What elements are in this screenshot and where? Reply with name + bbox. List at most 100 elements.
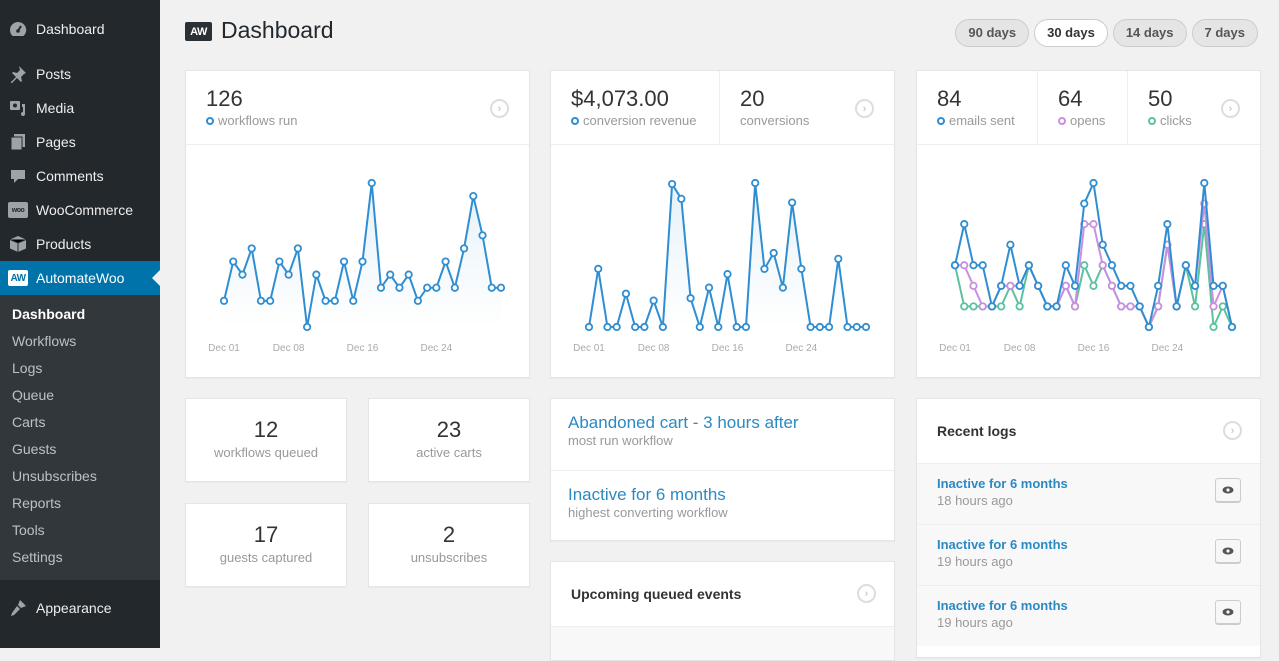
data-point[interactable] (987, 302, 997, 311)
range-90-days-button[interactable]: 90 days (955, 19, 1030, 47)
data-point[interactable] (1126, 281, 1135, 290)
sidebar-item-dashboard[interactable]: Dashboard (0, 12, 160, 46)
data-point[interactable] (1181, 261, 1190, 270)
data-point[interactable] (806, 322, 815, 332)
data-point[interactable] (1006, 281, 1015, 290)
data-point[interactable] (349, 296, 358, 305)
data-point[interactable] (714, 322, 723, 332)
data-point[interactable] (732, 322, 741, 332)
data-point[interactable] (229, 257, 238, 266)
data-point[interactable] (376, 283, 386, 292)
data-point[interactable] (386, 270, 395, 279)
data-point[interactable] (1172, 302, 1181, 311)
data-point[interactable] (1052, 302, 1061, 311)
data-point[interactable] (1163, 220, 1172, 229)
view-more-arrow-icon[interactable]: › (857, 584, 876, 603)
range-30-days-button[interactable]: 30 days (1034, 19, 1108, 47)
data-point[interactable] (1227, 322, 1237, 332)
data-point[interactable] (1190, 281, 1200, 290)
view-log-button[interactable] (1215, 478, 1241, 502)
data-point[interactable] (1061, 281, 1070, 290)
data-point[interactable] (1015, 281, 1024, 290)
data-point[interactable] (815, 322, 824, 332)
data-point[interactable] (330, 296, 339, 305)
submenu-tools[interactable]: Tools (0, 518, 160, 545)
data-point[interactable] (704, 283, 714, 292)
workflow-link[interactable]: Abandoned cart - 3 hours after (568, 413, 894, 433)
sidebar-item-pages[interactable]: Pages (0, 125, 160, 159)
active-carts-card[interactable]: 23 active carts (368, 398, 530, 482)
data-point[interactable] (284, 270, 293, 279)
data-point[interactable] (594, 264, 603, 273)
data-point[interactable] (1107, 261, 1117, 270)
data-point[interactable] (978, 261, 987, 270)
view-more-arrow-icon[interactable]: › (1223, 421, 1242, 440)
unsubscribes-card[interactable]: 2 unsubscribes (368, 503, 530, 587)
submenu-logs[interactable]: Logs (0, 356, 160, 383)
data-point[interactable] (441, 257, 450, 266)
data-point[interactable] (312, 270, 321, 279)
range-7-days-button[interactable]: 7 days (1191, 19, 1258, 47)
data-point[interactable] (293, 244, 302, 253)
data-point[interactable] (1089, 281, 1098, 290)
data-point[interactable] (1098, 261, 1107, 270)
data-point[interactable] (321, 296, 330, 305)
data-point[interactable] (960, 261, 969, 270)
sidebar-item-posts[interactable]: Posts (0, 57, 160, 91)
data-point[interactable] (1135, 302, 1144, 311)
sidebar-item-products[interactable]: Products (0, 227, 160, 261)
data-point[interactable] (1070, 302, 1080, 311)
data-point[interactable] (834, 254, 843, 263)
data-point[interactable] (1034, 281, 1043, 290)
data-point[interactable] (950, 261, 960, 270)
view-more-arrow-icon[interactable]: › (1221, 99, 1240, 118)
data-point[interactable] (621, 289, 631, 298)
data-point[interactable] (1080, 199, 1089, 208)
data-point[interactable] (450, 283, 459, 292)
submenu-guests[interactable]: Guests (0, 437, 160, 464)
data-point[interactable] (960, 220, 969, 229)
data-point[interactable] (760, 264, 769, 273)
data-point[interactable] (1209, 322, 1218, 332)
view-more-arrow-icon[interactable]: › (855, 99, 874, 118)
data-point[interactable] (658, 322, 667, 332)
data-point[interactable] (797, 264, 806, 273)
submenu-reports[interactable]: Reports (0, 491, 160, 518)
data-point[interactable] (640, 322, 649, 332)
data-point[interactable] (969, 281, 978, 290)
data-point[interactable] (1154, 302, 1163, 311)
data-point[interactable] (778, 283, 787, 292)
data-point[interactable] (852, 322, 861, 332)
data-point[interactable] (1006, 240, 1015, 249)
data-point[interactable] (219, 296, 229, 305)
submenu-carts[interactable]: Carts (0, 410, 160, 437)
data-point[interactable] (256, 296, 266, 305)
data-point[interactable] (603, 322, 612, 332)
log-workflow-link[interactable]: Inactive for 6 months (937, 537, 1260, 552)
data-point[interactable] (612, 322, 621, 332)
data-point[interactable] (496, 283, 506, 292)
sidebar-item-automatewoo[interactable]: AW AutomateWoo (0, 261, 160, 295)
data-point[interactable] (861, 322, 871, 332)
submenu-settings[interactable]: Settings (0, 545, 160, 572)
range-14-days-button[interactable]: 14 days (1112, 19, 1187, 47)
data-point[interactable] (423, 283, 432, 292)
submenu-dashboard[interactable]: Dashboard (0, 302, 160, 329)
data-point[interactable] (413, 296, 422, 305)
data-point[interactable] (843, 322, 852, 332)
guests-captured-card[interactable]: 17 guests captured (185, 503, 347, 587)
data-point[interactable] (1209, 281, 1218, 290)
sidebar-item-woocommerce[interactable]: woo WooCommerce (0, 193, 160, 227)
data-point[interactable] (1154, 281, 1163, 290)
data-point[interactable] (1190, 302, 1200, 311)
data-point[interactable] (1070, 281, 1080, 290)
data-point[interactable] (459, 244, 469, 253)
data-point[interactable] (723, 270, 732, 279)
submenu-unsubscribes[interactable]: Unsubscribes (0, 464, 160, 491)
data-point[interactable] (1089, 178, 1098, 188)
data-point[interactable] (677, 194, 686, 203)
data-point[interactable] (478, 231, 487, 240)
data-point[interactable] (1117, 302, 1126, 311)
data-point[interactable] (1089, 220, 1098, 229)
data-point[interactable] (1126, 302, 1135, 311)
